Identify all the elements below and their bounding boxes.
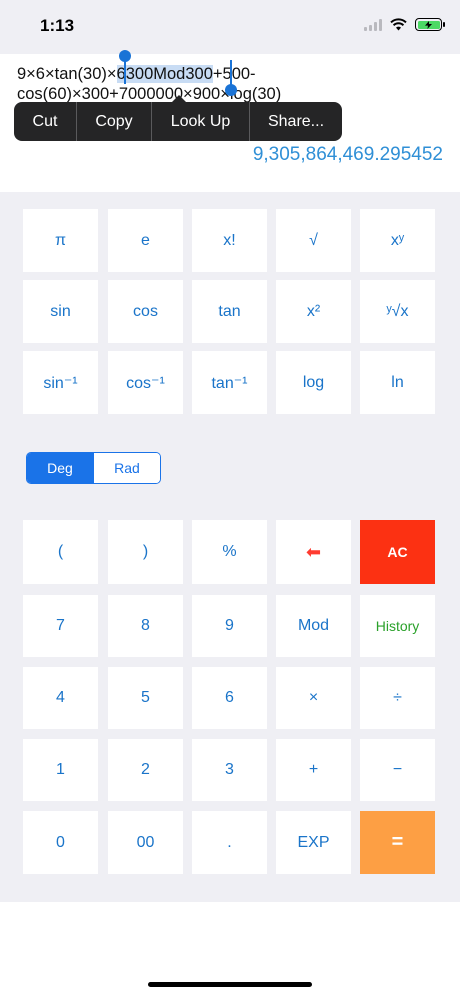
key-e[interactable]: e <box>108 209 183 272</box>
key-history[interactable]: History <box>360 595 435 657</box>
menu-cut[interactable]: Cut <box>14 102 77 141</box>
key-ln[interactable]: ln <box>360 351 435 414</box>
key-00[interactable]: 00 <box>108 811 183 874</box>
key-all-clear[interactable]: AC <box>360 520 435 584</box>
key-plus[interactable]: + <box>276 739 351 801</box>
cellular-signal-icon <box>364 18 382 31</box>
key-square[interactable]: x² <box>276 280 351 343</box>
battery-icon <box>415 18 445 31</box>
menu-look-up[interactable]: Look Up <box>152 102 250 141</box>
expression-selection[interactable]: 6300Mod300 <box>116 65 213 83</box>
calculator-display: 9×6×tan(30)×6300Mod300+500-cos(60)×300+7… <box>0 50 460 192</box>
angle-mode-deg[interactable]: Deg <box>27 453 93 483</box>
key-decimal[interactable]: . <box>192 811 267 874</box>
key-multiply[interactable]: × <box>276 667 351 729</box>
edit-context-menu: Cut Copy Look Up Share... <box>14 95 342 141</box>
key-exp[interactable]: EXP <box>276 811 351 874</box>
home-indicator[interactable] <box>148 982 312 987</box>
key-8[interactable]: 8 <box>108 595 183 657</box>
expression-before: 9×6×tan(30)× <box>17 65 117 83</box>
key-equals[interactable]: = <box>360 811 435 874</box>
key-tan[interactable]: tan <box>192 280 267 343</box>
key-arcsin[interactable]: sin⁻¹ <box>23 351 98 414</box>
key-6[interactable]: 6 <box>192 667 267 729</box>
key-log[interactable]: log <box>276 351 351 414</box>
key-close-paren[interactable]: ) <box>108 520 183 584</box>
key-mod[interactable]: Mod <box>276 595 351 657</box>
key-3[interactable]: 3 <box>192 739 267 801</box>
key-minus[interactable]: − <box>360 739 435 801</box>
key-divide[interactable]: ÷ <box>360 667 435 729</box>
key-2[interactable]: 2 <box>108 739 183 801</box>
key-0[interactable]: 0 <box>23 811 98 874</box>
key-pi[interactable]: π <box>23 209 98 272</box>
menu-share[interactable]: Share... <box>250 102 342 141</box>
key-1[interactable]: 1 <box>23 739 98 801</box>
key-factorial[interactable]: x! <box>192 209 267 272</box>
angle-mode-rad[interactable]: Rad <box>93 453 160 483</box>
key-open-paren[interactable]: ( <box>23 520 98 584</box>
status-time: 1:13 <box>40 16 75 35</box>
key-nth-root[interactable]: ʸ√x <box>360 280 435 343</box>
key-power[interactable]: xʸ <box>360 209 435 272</box>
key-cos[interactable]: cos <box>108 280 183 343</box>
key-9[interactable]: 9 <box>192 595 267 657</box>
status-icons <box>364 18 445 31</box>
wifi-icon <box>390 18 407 31</box>
selection-start-handle[interactable] <box>119 50 131 84</box>
key-percent[interactable]: % <box>192 520 267 584</box>
result-value: 9,305,864,469.295452 <box>252 144 443 165</box>
menu-copy[interactable]: Copy <box>77 102 152 141</box>
selection-end-handle[interactable] <box>225 60 237 96</box>
key-5[interactable]: 5 <box>108 667 183 729</box>
status-bar: 1:13 <box>0 0 460 54</box>
key-sqrt[interactable]: √ <box>276 209 351 272</box>
backspace-icon[interactable]: ⬅ <box>276 520 351 584</box>
key-arccos[interactable]: cos⁻¹ <box>108 351 183 414</box>
key-7[interactable]: 7 <box>23 595 98 657</box>
angle-mode-toggle: Deg Rad <box>26 452 161 484</box>
key-arctan[interactable]: tan⁻¹ <box>192 351 267 414</box>
key-sin[interactable]: sin <box>23 280 98 343</box>
key-4[interactable]: 4 <box>23 667 98 729</box>
charging-bolt-icon <box>425 20 432 29</box>
